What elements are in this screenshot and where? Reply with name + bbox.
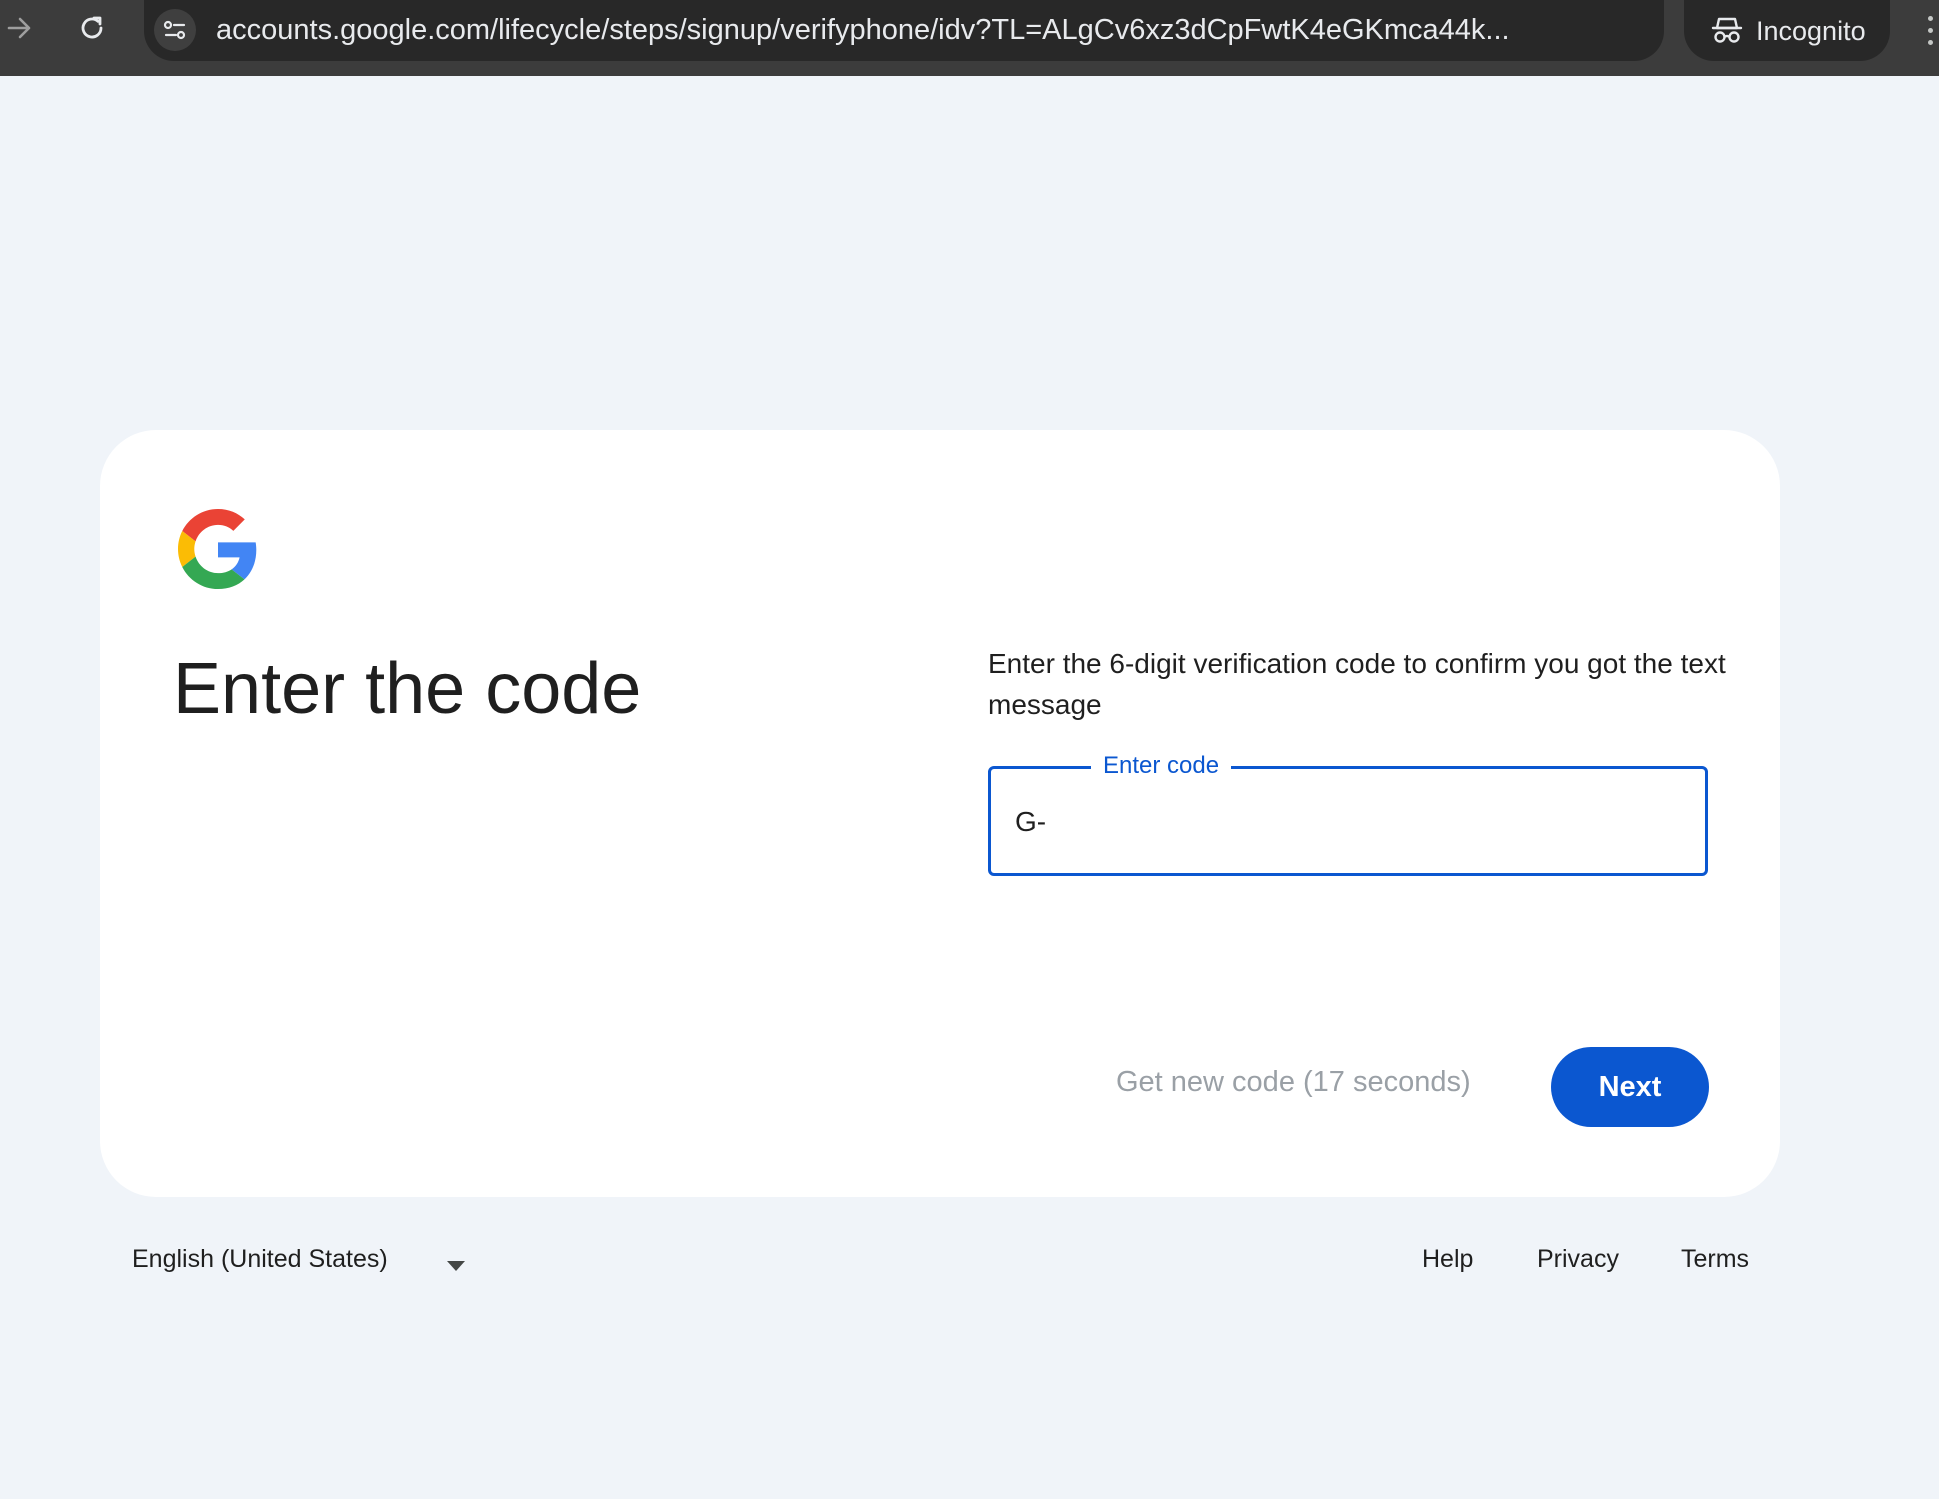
help-link[interactable]: Help [1422, 1245, 1473, 1274]
terms-link[interactable]: Terms [1681, 1245, 1749, 1274]
site-info-icon[interactable] [154, 9, 196, 51]
code-field[interactable]: Enter code [988, 749, 1708, 876]
verification-card: Enter the code Enter the 6-digit verific… [100, 430, 1780, 1197]
instruction-text: Enter the 6-digit verification code to c… [988, 648, 1726, 720]
incognito-label: Incognito [1756, 16, 1866, 46]
get-new-code-link[interactable]: Get new code (17 seconds) [1116, 1066, 1471, 1099]
browser-toolbar: accounts.google.com/lifecycle/steps/sign… [0, 0, 1939, 76]
url-text[interactable]: accounts.google.com/lifecycle/steps/sign… [216, 14, 1716, 47]
code-field-label: Enter code [1091, 749, 1232, 783]
code-input[interactable] [1015, 801, 1675, 843]
incognito-chip[interactable]: Incognito [1684, 0, 1890, 61]
reload-icon[interactable] [74, 10, 110, 46]
chevron-down-icon[interactable] [447, 1258, 465, 1271]
more-menu-icon[interactable] [1922, 12, 1939, 48]
privacy-link[interactable]: Privacy [1537, 1245, 1619, 1274]
language-selector[interactable]: English (United States) [132, 1245, 388, 1274]
next-button[interactable]: Next [1551, 1047, 1709, 1127]
incognito-icon [1710, 13, 1744, 47]
forward-arrow-icon[interactable] [4, 12, 36, 44]
page-title: Enter the code [173, 649, 642, 729]
google-g-logo [178, 509, 258, 589]
address-bar[interactable]: accounts.google.com/lifecycle/steps/sign… [144, 0, 1776, 61]
